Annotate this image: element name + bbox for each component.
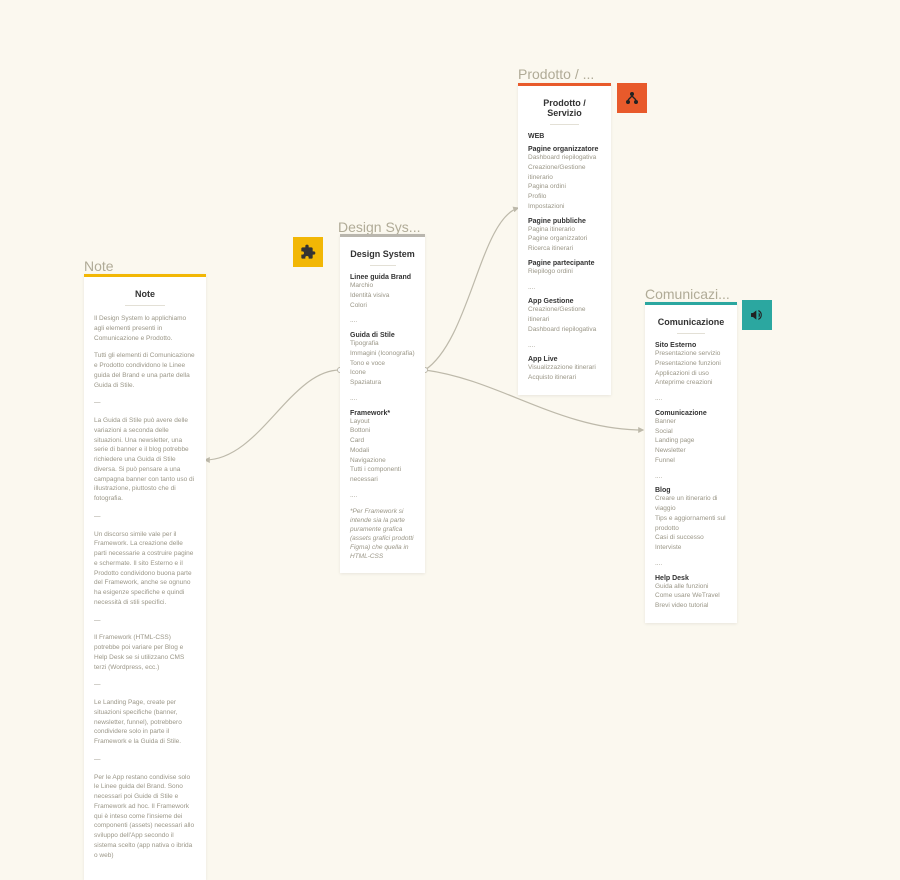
list-item: Casi di successo (655, 533, 727, 543)
section-com: Comunicazione (655, 410, 727, 417)
dots: .... (655, 394, 727, 404)
section-app-live: App Live (528, 356, 601, 363)
list-item: Creazione/Gestione itinerari (528, 305, 601, 325)
note-title: Note (94, 287, 196, 305)
section-public: Pagine pubbliche (528, 218, 601, 225)
dots: .... (528, 341, 601, 351)
divider (677, 333, 706, 334)
divider (125, 305, 166, 306)
list-item: Applicazioni di uso (655, 369, 727, 379)
section-style: Guida di Stile (350, 332, 415, 339)
list-item: Modali (350, 446, 415, 456)
list-item: Dashboard riepilogativa (528, 153, 601, 163)
list-item: Pagina ordini (528, 182, 601, 192)
list-item: Tutti i componenti necessari (350, 465, 415, 485)
list-item: Tono e voce (350, 359, 415, 369)
list-item: Marchio (350, 281, 415, 291)
dots: .... (655, 472, 727, 482)
list-item: Colori (350, 301, 415, 311)
comunicazione-title: Comunicazione (655, 315, 727, 333)
node-label-design: Design Sys... (338, 219, 420, 235)
dots: .... (350, 316, 415, 326)
megaphone-icon (742, 300, 772, 330)
note-paragraph: Le Landing Page, create per situazioni s… (94, 698, 196, 747)
list-item: Pagine organizzatori (528, 234, 601, 244)
list-item: Navigazione (350, 456, 415, 466)
note-paragraph: Il Framework (HTML-CSS) potrebbe poi var… (94, 633, 196, 672)
web-head: WEB (528, 133, 601, 140)
section-sito: Sito Esterno (655, 342, 727, 349)
note-sep: — (94, 512, 196, 522)
list-item: Banner (655, 417, 727, 427)
list-item: Icone (350, 368, 415, 378)
section-brand: Linee guida Brand (350, 274, 415, 281)
list-item: Guida alle funzioni (655, 582, 727, 592)
note-sep: — (94, 616, 196, 626)
dots: .... (350, 491, 415, 501)
list-item: Dashboard riepilogativa (528, 325, 601, 335)
section-blog: Blog (655, 487, 727, 494)
divider (370, 265, 396, 266)
list-item: Presentazione funzioni (655, 359, 727, 369)
note-sep: — (94, 680, 196, 690)
dots: .... (655, 559, 727, 569)
list-item: Layout (350, 417, 415, 427)
note-paragraph: Tutti gli elementi di Comunicazione e Pr… (94, 351, 196, 390)
node-label-comunicazione: Comunicazi... (645, 286, 730, 302)
design-system-card[interactable]: Design System Linee guida Brand Marchio … (340, 234, 425, 573)
divider (550, 124, 579, 125)
node-label-note: Note (84, 258, 114, 274)
note-paragraph: Un discorso simile vale per il Framework… (94, 530, 196, 608)
section-helpdesk: Help Desk (655, 575, 727, 582)
note-paragraph: La Guida di Stile può avere delle variaz… (94, 416, 196, 504)
list-item: Newsletter (655, 446, 727, 456)
list-item: Profilo (528, 192, 601, 202)
section-participant: Pagine partecipante (528, 260, 601, 267)
puzzle-icon (293, 237, 323, 267)
design-footnote: *Per Framework si intende sia la parte p… (350, 507, 415, 562)
note-paragraph: Il Design System lo applichiamo agli ele… (94, 314, 196, 343)
list-item: Tips e aggiornamenti sul prodotto (655, 514, 727, 534)
list-item: Identità visiva (350, 291, 415, 301)
list-item: Funnel (655, 456, 727, 466)
prodotto-title: Prodotto / Servizio (528, 96, 601, 124)
list-item: Presentazione servizio (655, 349, 727, 359)
list-item: Immagini (Iconografia) (350, 349, 415, 359)
list-item: Pagina itinerario (528, 225, 601, 235)
note-paragraph: Per le App restano condivise solo le Lin… (94, 773, 196, 861)
list-item: Card (350, 436, 415, 446)
design-title: Design System (350, 247, 415, 265)
comunicazione-card[interactable]: Comunicazione Sito Esterno Presentazione… (645, 302, 737, 623)
node-label-prodotto: Prodotto / ... (518, 66, 594, 82)
list-item: Anteprime creazioni (655, 378, 727, 388)
section-app-gestione: App Gestione (528, 298, 601, 305)
nodes-icon (617, 83, 647, 113)
list-item: Come usare WeTravel (655, 591, 727, 601)
list-item: Ricerca itinerari (528, 244, 601, 254)
prodotto-card[interactable]: Prodotto / Servizio WEB Pagine organizza… (518, 83, 611, 395)
list-item: Creare un itinerario di viaggio (655, 494, 727, 514)
list-item: Tipografia (350, 339, 415, 349)
dots: .... (350, 394, 415, 404)
note-card[interactable]: Note Il Design System lo applichiamo agl… (84, 274, 206, 880)
section-framework: Framework* (350, 410, 415, 417)
list-item: Landing page (655, 436, 727, 446)
note-sep: — (94, 398, 196, 408)
list-item: Acquisto itinerari (528, 373, 601, 383)
list-item: Creazione/Gestione itinerario (528, 163, 601, 183)
list-item: Social (655, 427, 727, 437)
list-item: Spaziatura (350, 378, 415, 388)
list-item: Brevi video tutorial (655, 601, 727, 611)
section-organizer: Pagine organizzatore (528, 146, 601, 153)
list-item: Impostazioni (528, 202, 601, 212)
dots: .... (528, 283, 601, 293)
note-sep: — (94, 755, 196, 765)
list-item: Bottoni (350, 426, 415, 436)
list-item: Visualizzazione itinerari (528, 363, 601, 373)
list-item: Riepilogo ordini (528, 267, 601, 277)
list-item: Interviste (655, 543, 727, 553)
